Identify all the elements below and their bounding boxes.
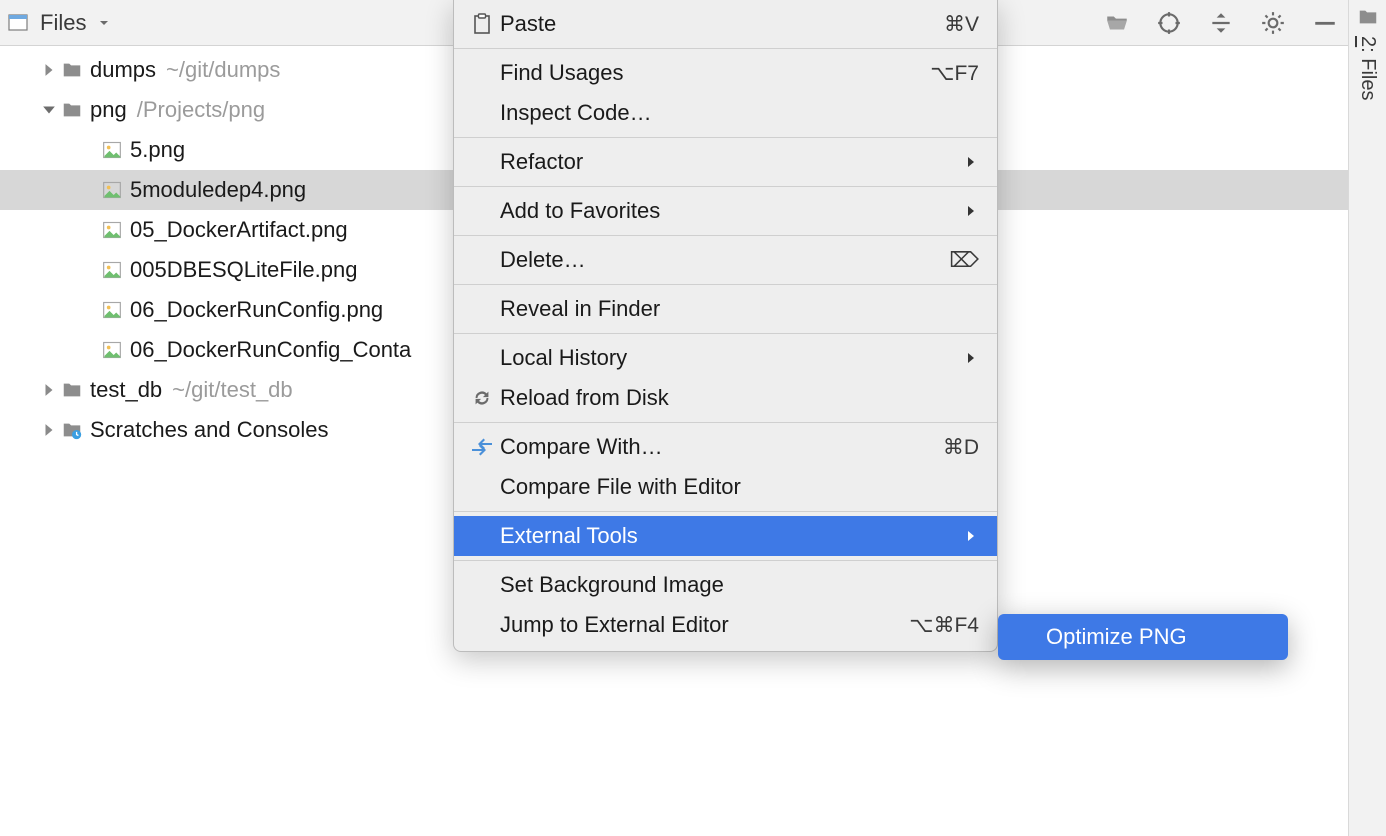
menu-item-label: Reveal in Finder	[500, 296, 979, 322]
compare-icon	[464, 437, 500, 457]
right-tab-files[interactable]: 2: Files	[1356, 36, 1379, 100]
menu-item-shortcut: ⌥⌘F4	[909, 613, 979, 638]
tree-item-hint: ~/git/test_db	[172, 377, 292, 403]
files-tool-window-icon	[8, 13, 28, 33]
menu-separator	[454, 137, 997, 138]
menu-item-paste[interactable]: Paste ⌘V	[454, 4, 997, 44]
image-file-icon	[100, 178, 124, 202]
menu-item-label: Find Usages	[500, 60, 930, 86]
menu-item-external-tools[interactable]: External Tools	[454, 516, 997, 556]
menu-item-reveal-finder[interactable]: Reveal in Finder	[454, 289, 997, 329]
submenu-arrow-icon	[963, 350, 979, 366]
folder-icon	[60, 58, 84, 82]
menu-item-refactor[interactable]: Refactor	[454, 142, 997, 182]
folder-icon	[60, 378, 84, 402]
menu-item-shortcut: ⌘V	[944, 12, 979, 37]
menu-item-delete[interactable]: Delete… ⌦	[454, 240, 997, 280]
image-file-icon	[100, 258, 124, 282]
tree-item-hint: /Projects/png	[137, 97, 265, 123]
menu-item-label: Compare With…	[500, 434, 943, 460]
menu-item-compare-editor[interactable]: Compare File with Editor	[454, 467, 997, 507]
tree-item-label: Scratches and Consoles	[90, 417, 328, 443]
reload-icon	[464, 387, 500, 409]
menu-item-label: Refactor	[500, 149, 955, 175]
menu-separator	[454, 186, 997, 187]
chevron-right-icon[interactable]	[38, 379, 60, 401]
target-icon[interactable]	[1154, 8, 1184, 38]
tree-item-label: 5.png	[130, 137, 185, 163]
image-file-icon	[100, 298, 124, 322]
scratches-icon	[60, 418, 84, 442]
menu-item-label: Delete…	[500, 247, 949, 273]
menu-item-label: Set Background Image	[500, 572, 979, 598]
chevron-down-icon[interactable]	[38, 99, 60, 121]
tree-item-label: 5moduledep4.png	[130, 177, 306, 203]
paste-icon	[464, 13, 500, 35]
menu-item-label: Reload from Disk	[500, 385, 979, 411]
context-menu: Paste ⌘V Find Usages ⌥F7 Inspect Code… R…	[453, 0, 998, 652]
submenu-arrow-icon	[963, 154, 979, 170]
menu-item-find-usages[interactable]: Find Usages ⌥F7	[454, 53, 997, 93]
submenu-item-optimize-png[interactable]: Optimize PNG	[998, 618, 1288, 656]
hide-icon[interactable]	[1310, 8, 1340, 38]
menu-item-compare-with[interactable]: Compare With… ⌘D	[454, 427, 997, 467]
menu-separator	[454, 422, 997, 423]
tree-item-label: 005DBESQLiteFile.png	[130, 257, 357, 283]
menu-item-label: Paste	[500, 11, 944, 37]
menu-item-shortcut: ⌦	[949, 248, 979, 273]
submenu-arrow-icon	[963, 528, 979, 544]
menu-item-label: External Tools	[500, 523, 955, 549]
submenu-arrow-icon	[963, 203, 979, 219]
menu-item-label: Compare File with Editor	[500, 474, 979, 500]
tree-item-label: test_db	[90, 377, 162, 403]
tool-window-title[interactable]: Files	[40, 10, 86, 36]
tree-item-label: dumps	[90, 57, 156, 83]
tree-item-label: 06_DockerRunConfig.png	[130, 297, 383, 323]
collapse-all-icon[interactable]	[1206, 8, 1236, 38]
tree-item-label: 05_DockerArtifact.png	[130, 217, 348, 243]
menu-item-local-history[interactable]: Local History	[454, 338, 997, 378]
menu-item-shortcut: ⌥F7	[930, 61, 979, 86]
tree-item-hint: ~/git/dumps	[166, 57, 280, 83]
menu-separator	[454, 511, 997, 512]
image-file-icon	[100, 138, 124, 162]
menu-separator	[454, 235, 997, 236]
right-tool-strip: 2: Files	[1348, 0, 1386, 836]
menu-item-jump-external-editor[interactable]: Jump to External Editor ⌥⌘F4	[454, 605, 997, 645]
menu-item-inspect-code[interactable]: Inspect Code…	[454, 93, 997, 133]
menu-item-label: Local History	[500, 345, 955, 371]
gear-icon[interactable]	[1258, 8, 1288, 38]
tree-item-label: png	[90, 97, 127, 123]
menu-item-label: Inspect Code…	[500, 100, 979, 126]
chevron-right-icon[interactable]	[38, 419, 60, 441]
menu-separator	[454, 560, 997, 561]
menu-item-reload-disk[interactable]: Reload from Disk	[454, 378, 997, 418]
folder-icon	[60, 98, 84, 122]
menu-separator	[454, 48, 997, 49]
menu-item-label: Jump to External Editor	[500, 612, 909, 638]
menu-separator	[454, 284, 997, 285]
menu-item-shortcut: ⌘D	[943, 435, 979, 460]
menu-item-add-favorites[interactable]: Add to Favorites	[454, 191, 997, 231]
menu-item-label: Add to Favorites	[500, 198, 955, 224]
external-tools-submenu: Optimize PNG	[998, 614, 1288, 660]
open-icon[interactable]	[1102, 8, 1132, 38]
menu-separator	[454, 333, 997, 334]
image-file-icon	[100, 338, 124, 362]
chevron-right-icon[interactable]	[38, 59, 60, 81]
menu-item-set-background[interactable]: Set Background Image	[454, 565, 997, 605]
tree-item-label: 06_DockerRunConfig_Conta	[130, 337, 411, 363]
tool-window-dropdown-icon[interactable]	[96, 15, 112, 31]
submenu-item-label: Optimize PNG	[1046, 624, 1187, 650]
image-file-icon	[100, 218, 124, 242]
folder-icon[interactable]	[1357, 6, 1379, 28]
